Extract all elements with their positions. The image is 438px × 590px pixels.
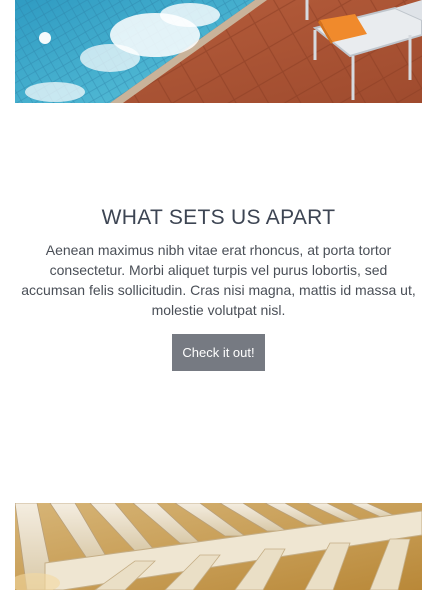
wooden-ceiling-illustration bbox=[15, 503, 422, 590]
pool-deck-image bbox=[15, 0, 422, 103]
section-title: WHAT SETS US APART bbox=[101, 206, 336, 229]
page: WHAT SETS US APART Aenean maximus nibh v… bbox=[0, 0, 438, 590]
feature-section: WHAT SETS US APART Aenean maximus nibh v… bbox=[15, 150, 422, 371]
check-it-out-button[interactable]: Check it out! bbox=[172, 334, 265, 371]
wooden-ceiling-image bbox=[15, 503, 422, 590]
section-description: Aenean maximus nibh vitae erat rhoncus, … bbox=[21, 242, 416, 318]
pool-deck-illustration bbox=[15, 0, 422, 103]
